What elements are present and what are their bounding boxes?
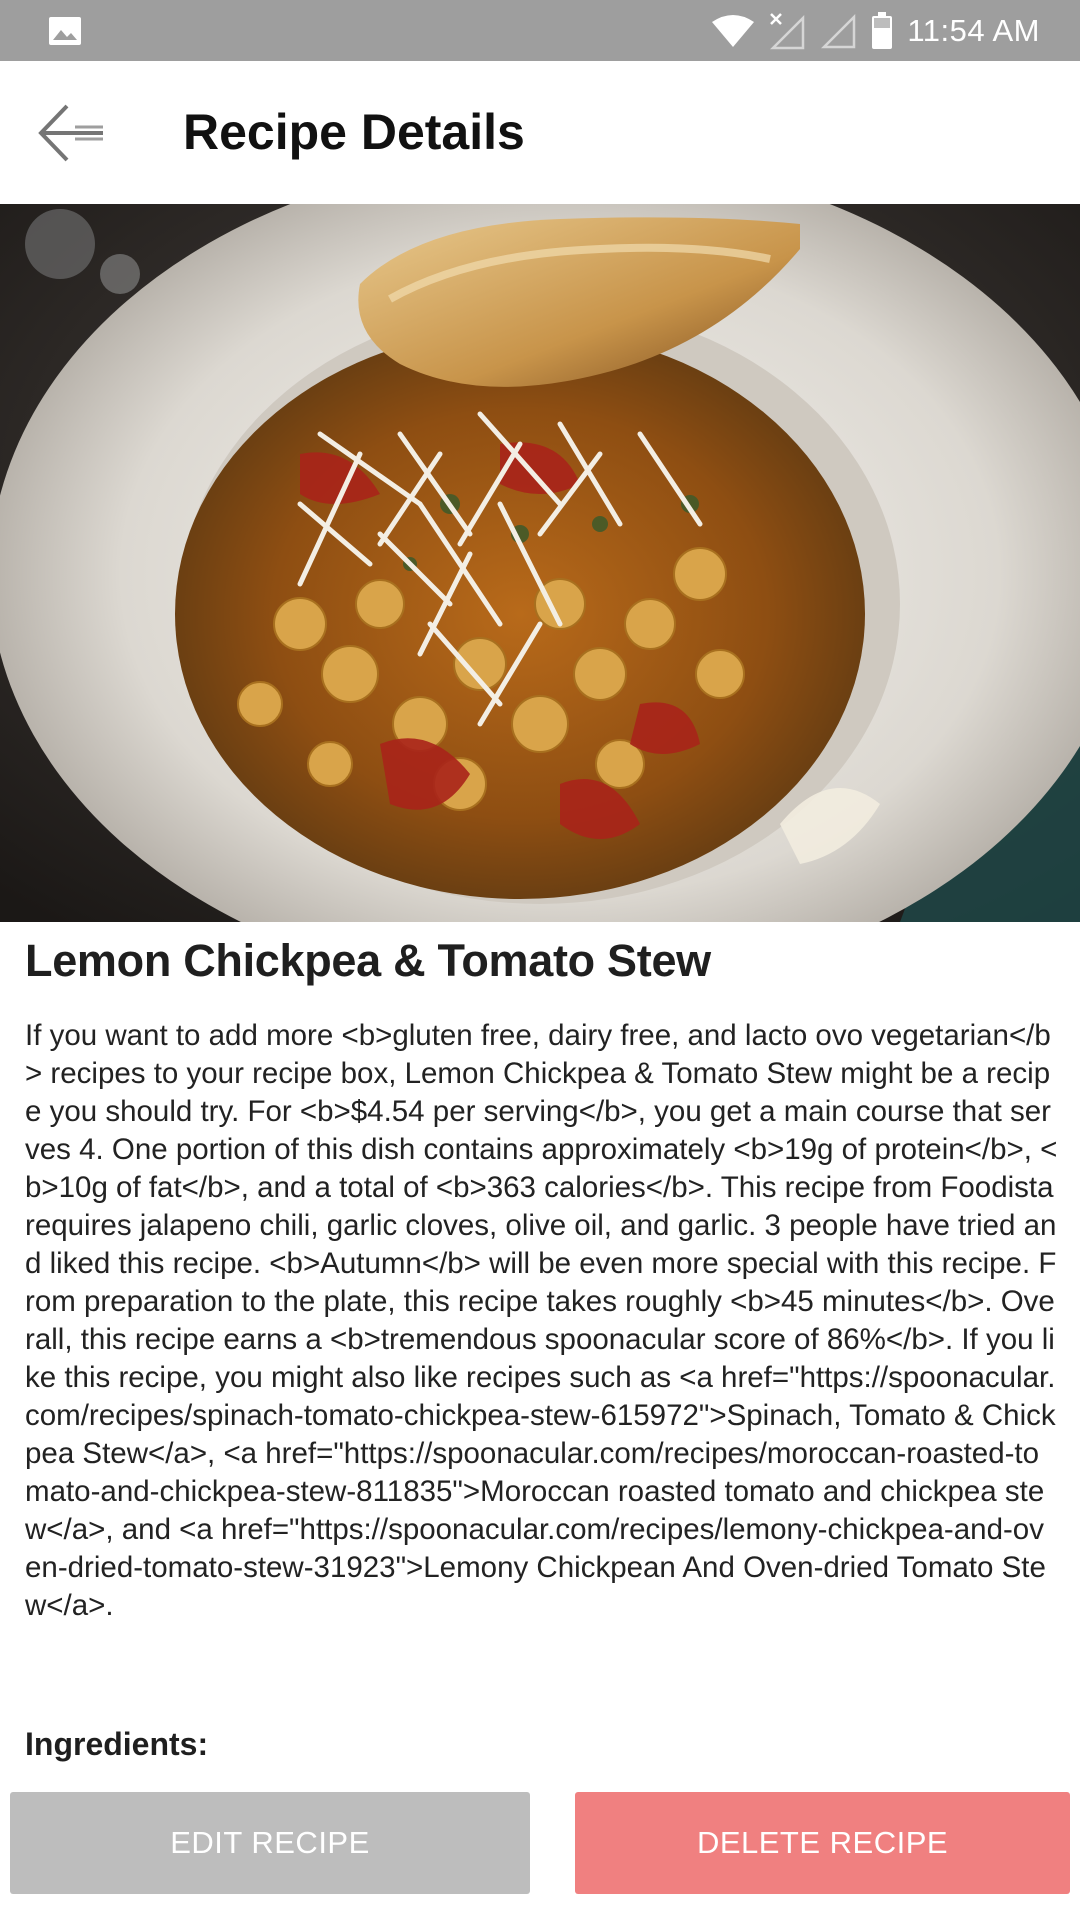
page-title: Recipe Details: [183, 104, 525, 160]
edit-recipe-button[interactable]: EDIT RECIPE: [10, 1792, 530, 1894]
recipe-summary: If you want to add more <b>gluten free, …: [25, 1019, 1058, 1622]
image-icon: [49, 17, 81, 45]
recipe-title: Lemon Chickpea & Tomato Stew: [25, 935, 711, 986]
status-icons: 11:54 AM: [711, 0, 1040, 61]
status-time: 11:54 AM: [907, 12, 1040, 48]
status-bar: 11:54 AM: [0, 0, 1080, 61]
battery-icon: [872, 11, 893, 49]
signal-icon: [821, 13, 856, 48]
wifi-icon: [712, 14, 755, 47]
app-bar: Recipe Details: [0, 61, 1080, 204]
back-button[interactable]: [30, 93, 114, 173]
delete-recipe-button[interactable]: DELETE RECIPE: [575, 1792, 1070, 1894]
arrow-left-icon: [38, 104, 103, 162]
stew-bowl-illustration: [0, 204, 1080, 922]
recipe-image: [0, 204, 1080, 922]
ingredients-heading: Ingredients:: [25, 1726, 209, 1762]
signal-off-icon: [770, 12, 805, 49]
